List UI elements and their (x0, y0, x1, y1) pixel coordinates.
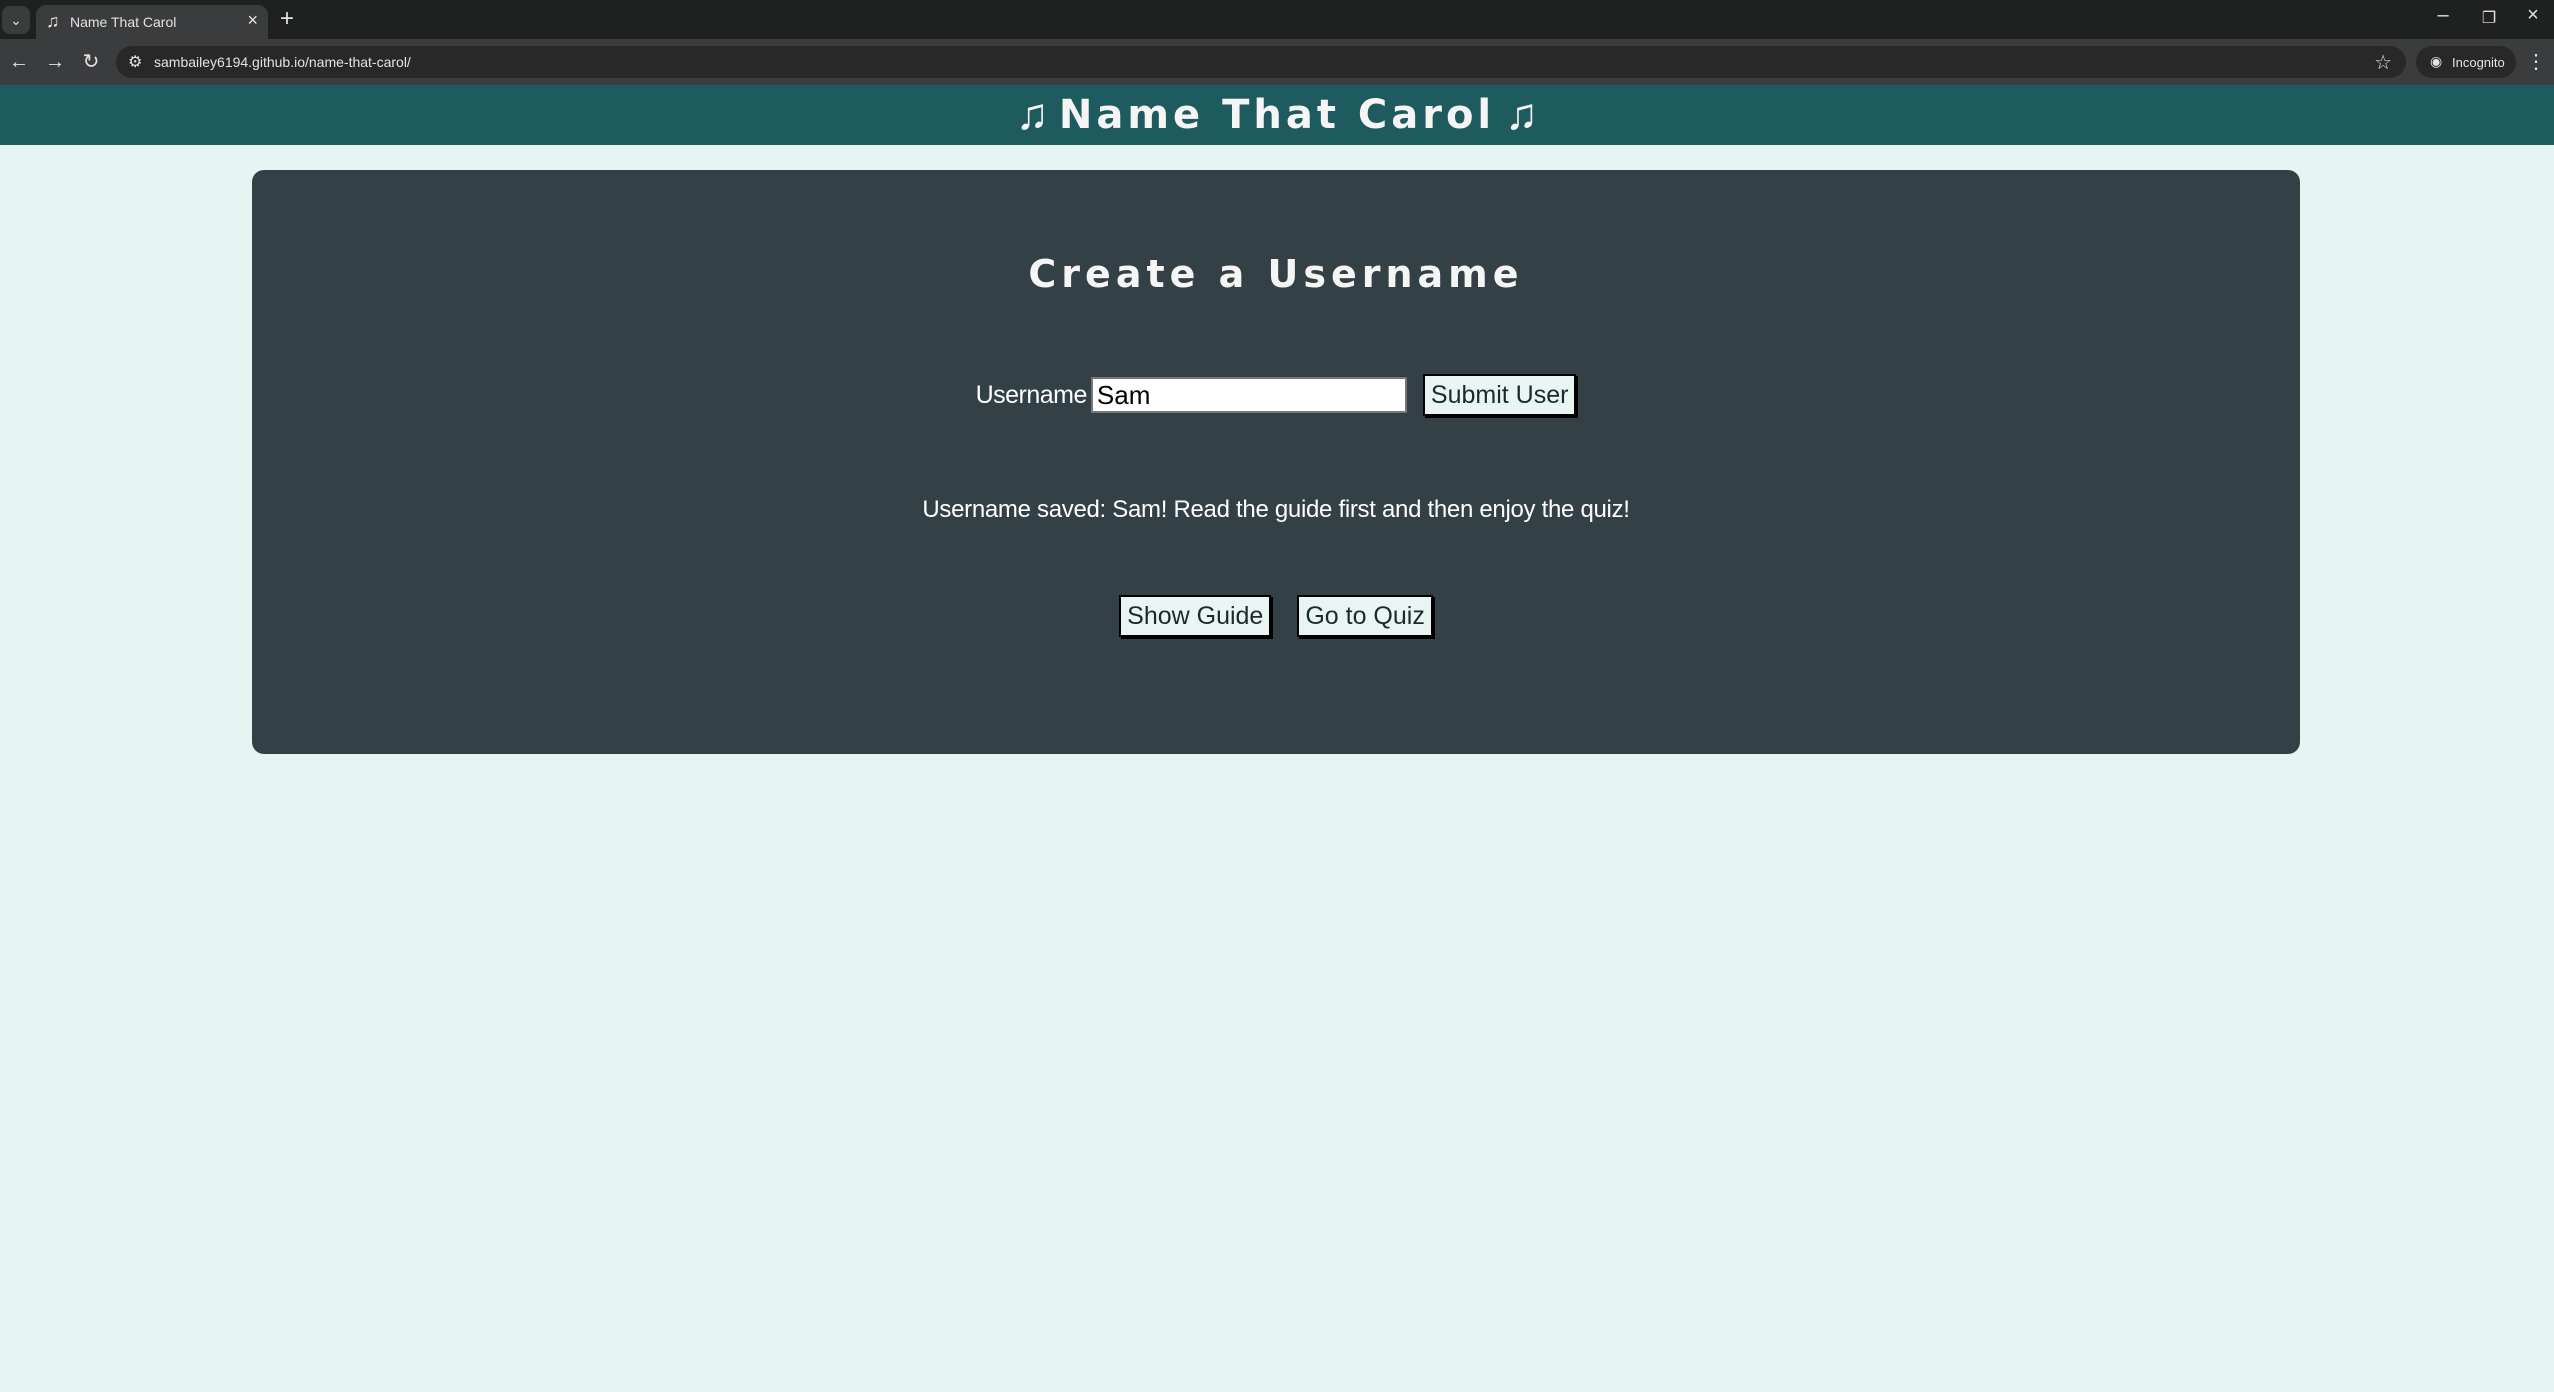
browser-menu-icon[interactable]: ⋮ (2524, 47, 2548, 77)
browser-tab[interactable]: ♫ Name That Carol × (36, 5, 268, 39)
username-input[interactable] (1090, 377, 1407, 413)
go-to-quiz-button[interactable]: Go to Quiz (1297, 595, 1433, 637)
username-card: Create a Username Username Submit User U… (252, 170, 2300, 754)
forward-icon[interactable]: → (40, 47, 70, 77)
new-tab-icon[interactable]: + (280, 5, 294, 33)
site-header: ♫ Name That Carol ♫ (0, 85, 2554, 145)
tab-search-icon[interactable]: ⌄ (2, 6, 30, 34)
tab-title: Name That Carol (70, 14, 177, 30)
submit-user-button[interactable]: Submit User (1422, 374, 1577, 416)
music-note-icon: ♫ (1505, 90, 1539, 139)
reload-icon[interactable]: ↻ (76, 47, 106, 77)
bookmark-star-icon[interactable]: ☆ (2374, 50, 2392, 75)
site-info-icon[interactable]: ⚙ (128, 52, 142, 72)
site-title: Name That Carol (1058, 92, 1496, 138)
username-form: Username Submit User (252, 374, 2300, 416)
minimize-icon[interactable]: – (2428, 4, 2458, 27)
tab-favicon-icon: ♫ (46, 11, 60, 31)
status-message: Username saved: Sam! Read the guide firs… (922, 496, 1630, 523)
tab-close-icon[interactable]: × (247, 10, 258, 31)
browser-tab-bar: ⌄ ♫ Name That Carol × + – ❐ × (0, 0, 2554, 39)
back-icon[interactable]: ← (4, 47, 34, 77)
music-note-icon: ♫ (1015, 90, 1049, 139)
incognito-icon: ◉ (2430, 53, 2443, 69)
window-close-icon[interactable]: × (2518, 4, 2548, 27)
browser-toolbar: ← → ↻ ⚙ sambailey6194.github.io/name-tha… (0, 39, 2554, 85)
show-guide-button[interactable]: Show Guide (1119, 595, 1272, 637)
url-text[interactable]: sambailey6194.github.io/name-that-carol/ (154, 54, 411, 70)
action-buttons: Show Guide Go to Quiz (252, 595, 2300, 637)
restore-icon[interactable]: ❐ (2474, 8, 2504, 28)
username-label: Username (975, 380, 1088, 409)
incognito-label: Incognito (2452, 55, 2505, 70)
incognito-badge[interactable]: ◉ Incognito (2416, 46, 2516, 78)
address-bar[interactable]: ⚙ sambailey6194.github.io/name-that-caro… (116, 46, 2406, 78)
card-heading: Create a Username (1028, 252, 1524, 296)
